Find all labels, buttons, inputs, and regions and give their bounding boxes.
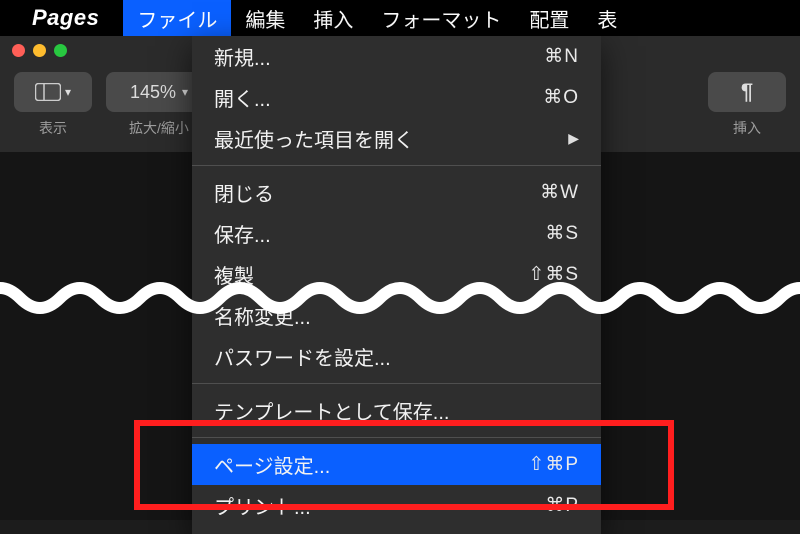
file-menu-open-recent[interactable]: 最近使った項目を開く ▶: [192, 118, 601, 159]
submenu-arrow-icon: ▶: [568, 130, 579, 147]
menu-separator: [192, 383, 601, 384]
view-panel-icon: [35, 83, 61, 101]
toolbar-view[interactable]: ▾ 表示: [14, 72, 92, 138]
app-name[interactable]: Pages: [32, 5, 99, 31]
menu-shortcut: ⌘S: [545, 222, 579, 245]
menu-label: ページ設定...: [214, 450, 330, 479]
menu-shortcut: ⌘P: [545, 494, 579, 517]
window-controls: [12, 44, 67, 57]
menu-label: 保存...: [214, 219, 271, 248]
menu-separator: [192, 165, 601, 166]
menu-shortcut: ⌘W: [540, 181, 579, 204]
menu-label: パスワードを設定...: [214, 342, 391, 371]
file-menu-save-template[interactable]: テンプレートとして保存...: [192, 390, 601, 431]
minimize-window-button[interactable]: [33, 44, 46, 57]
file-menu-open[interactable]: 開く... ⌘O: [192, 77, 601, 118]
file-menu-new[interactable]: 新規... ⌘N: [192, 36, 601, 77]
close-window-button[interactable]: [12, 44, 25, 57]
menu-shortcut: ⇧⌘P: [528, 453, 579, 476]
toolbar-view-label: 表示: [39, 118, 67, 138]
menu-label: プリント...: [214, 491, 311, 520]
menu-label: 最近使った項目を開く: [214, 124, 414, 153]
file-menu-save[interactable]: 保存... ⌘S: [192, 213, 601, 254]
file-menu-close[interactable]: 閉じる ⌘W: [192, 172, 601, 213]
menu-label: 新規...: [214, 42, 271, 71]
menubar-edit[interactable]: 編集: [231, 0, 299, 37]
menubar-insert[interactable]: 挿入: [299, 0, 367, 37]
pilcrow-icon: ¶: [741, 79, 753, 105]
toolbar-zoom-label: 拡大/縮小: [129, 118, 189, 138]
chevron-down-icon: ▾: [65, 85, 71, 99]
file-menu-page-setup[interactable]: ページ設定... ⇧⌘P: [192, 444, 601, 485]
file-menu-rename[interactable]: 名称変更...: [192, 295, 601, 336]
file-menu-dropdown: 新規... ⌘N 開く... ⌘O 最近使った項目を開く ▶ 閉じる ⌘W 保存…: [192, 36, 601, 534]
system-menubar: Pages ファイル 編集 挿入 フォーマット 配置 表: [0, 0, 800, 36]
toolbar-insert[interactable]: ¶ 挿入: [708, 72, 786, 138]
menubar-table[interactable]: 表: [583, 0, 631, 37]
menu-label: 開く...: [214, 83, 271, 112]
menubar-arrange[interactable]: 配置: [515, 0, 583, 37]
menubar-format[interactable]: フォーマット: [367, 0, 515, 37]
zoom-value: 145%: [130, 82, 176, 103]
zoom-window-button[interactable]: [54, 44, 67, 57]
chevron-down-icon: ▾: [182, 85, 188, 99]
file-menu-set-password[interactable]: パスワードを設定...: [192, 336, 601, 377]
menu-label: テンプレートとして保存...: [214, 396, 449, 425]
menu-label: 名称変更...: [214, 301, 311, 330]
menu-shortcut: ⌘O: [543, 86, 579, 109]
menubar-file[interactable]: ファイル: [123, 0, 231, 37]
menu-label: 複製: [214, 260, 254, 289]
toolbar-insert-label: 挿入: [733, 118, 761, 138]
menu-label: 閉じる: [214, 178, 274, 207]
file-menu-duplicate[interactable]: 複製 ⇧⌘S: [192, 254, 601, 295]
menu-separator: [192, 437, 601, 438]
menu-shortcut: ⇧⌘S: [528, 263, 579, 286]
menu-shortcut: ⌘N: [544, 45, 579, 68]
